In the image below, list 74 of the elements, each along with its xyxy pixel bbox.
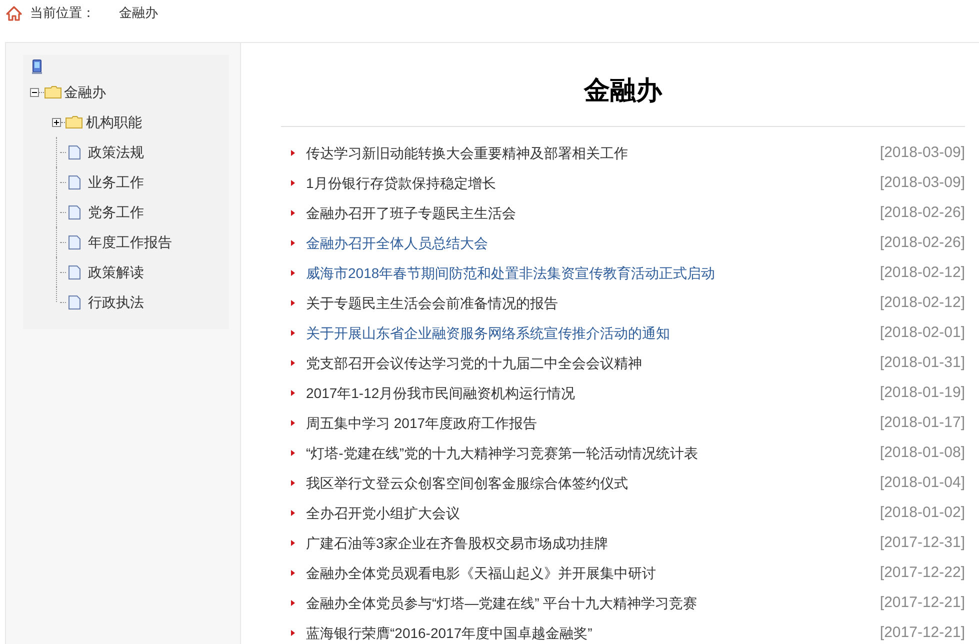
page-icon (68, 234, 81, 250)
article-date: [2018-01-31] (880, 352, 965, 373)
article-date: [2017-12-22] (880, 562, 965, 583)
bullet-icon (291, 150, 295, 156)
article-date: [2018-02-26] (880, 232, 965, 253)
bullet-icon (291, 180, 295, 186)
article-link[interactable]: 2017年1-12月份我市民间融资机构运行情况 (306, 382, 576, 404)
article-date: [2018-03-09] (880, 172, 965, 193)
bullet-icon (291, 480, 295, 486)
breadcrumb-label: 当前位置： (30, 4, 95, 22)
article-link[interactable]: 金融办召开全体人员总结大会 (306, 232, 488, 254)
tree-item[interactable]: 政策解读 (88, 262, 144, 282)
article-date: [2018-02-26] (880, 202, 965, 223)
page-icon (68, 144, 81, 160)
article-date: [2017-12-31] (880, 532, 965, 553)
article-date: [2018-02-12] (880, 262, 965, 283)
article-link[interactable]: “灯塔-党建在线”党的十九大精神学习竞赛第一轮活动情况统计表 (306, 442, 698, 464)
page-title: 金融办 (281, 43, 965, 127)
article-date: [2017-12-21] (880, 622, 965, 643)
article-link[interactable]: 蓝海银行荣膺“2016-2017年度中国卓越金融奖” (306, 622, 592, 644)
article-link[interactable]: 1月份银行存贷款保持稳定增长 (306, 172, 496, 194)
article-link[interactable]: 广建石油等3家企业在齐鲁股权交易市场成功挂牌 (306, 532, 608, 554)
article-date: [2018-02-12] (880, 292, 965, 313)
article-link[interactable]: 金融办全体党员参与“灯塔—党建在线” 平台十九大精神学习竞赛 (306, 592, 698, 614)
bullet-icon (291, 330, 295, 336)
tree-item[interactable]: 政策法规 (88, 142, 144, 162)
home-icon (6, 6, 22, 20)
article-date: [2018-01-17] (880, 412, 965, 433)
folder-icon (44, 85, 62, 99)
bullet-icon (291, 360, 295, 366)
tree-item[interactable]: 金融办 (64, 82, 106, 102)
tree-item[interactable]: 机构职能 (86, 112, 142, 132)
article-date: [2018-01-19] (880, 382, 965, 403)
tree-item[interactable]: 年度工作报告 (88, 232, 172, 252)
article-date: [2017-12-21] (880, 592, 965, 613)
bullet-icon (291, 300, 295, 306)
breadcrumb-current[interactable]: 金融办 (119, 3, 158, 23)
article-link[interactable]: 周五集中学习 2017年度政府工作报告 (306, 412, 538, 434)
bullet-icon (291, 390, 295, 396)
bullet-icon (291, 210, 295, 216)
bullet-icon (291, 600, 295, 606)
page-icon (68, 204, 81, 220)
article-date: [2018-03-09] (880, 142, 965, 163)
bullet-icon (291, 540, 295, 546)
article-date: [2018-02-01] (880, 322, 965, 343)
tree-item[interactable]: 行政执法 (88, 292, 144, 312)
bullet-icon (291, 270, 295, 276)
bullet-icon (291, 450, 295, 456)
page-icon (68, 294, 81, 310)
folder-icon (65, 115, 83, 129)
article-link[interactable]: 关于开展山东省企业融资服务网络系统宣传推介活动的通知 (306, 322, 670, 344)
tree-item[interactable]: 业务工作 (88, 172, 144, 192)
article-link[interactable]: 我区举行文登云众创客空间创客金服综合体签约仪式 (306, 472, 628, 494)
article-link[interactable]: 金融办全体党员观看电影《天福山起义》并开展集中研讨 (306, 562, 656, 584)
bullet-icon (291, 240, 295, 246)
page-icon (68, 264, 81, 280)
article-date: [2018-01-08] (880, 442, 965, 463)
expand-icon[interactable] (52, 118, 61, 126)
article-date: [2018-01-02] (880, 502, 965, 523)
computer-icon (31, 59, 43, 75)
article-link[interactable]: 金融办召开了班子专题民主生活会 (306, 202, 516, 224)
collapse-icon[interactable] (30, 88, 39, 96)
article-link[interactable]: 关于专题民主生活会会前准备情况的报告 (306, 292, 558, 314)
page-icon (68, 174, 81, 190)
tree-item[interactable]: 党务工作 (88, 202, 144, 222)
article-date: [2018-01-04] (880, 472, 965, 493)
article-link[interactable]: 传达学习新旧动能转换大会重要精神及部署相关工作 (306, 142, 628, 164)
bullet-icon (291, 630, 295, 636)
bullet-icon (291, 570, 295, 576)
article-link[interactable]: 全办召开党小组扩大会议 (306, 502, 460, 524)
article-link[interactable]: 威海市2018年春节期间防范和处置非法集资宣传教育活动正式启动 (306, 262, 716, 284)
bullet-icon (291, 510, 295, 516)
article-link[interactable]: 党支部召开会议传达学习党的十九届二中全会会议精神 (306, 352, 642, 374)
bullet-icon (291, 420, 295, 426)
